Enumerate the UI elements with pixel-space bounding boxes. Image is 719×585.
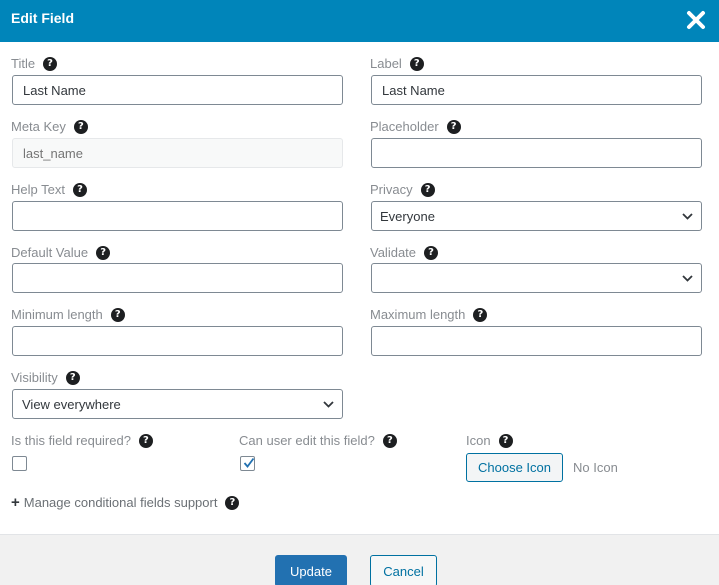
meta-key-label-text: Meta Key bbox=[11, 119, 66, 134]
manage-conditional-label: Manage conditional fields support bbox=[23, 495, 218, 510]
user-edit-label-text: Can user edit this field? bbox=[239, 433, 375, 448]
no-icon-text: No Icon bbox=[573, 460, 618, 475]
help-icon[interactable]: ? bbox=[498, 433, 513, 448]
modal-title: Edit Field bbox=[11, 10, 74, 26]
default-value-label: Default Value ? bbox=[11, 245, 111, 260]
modal-footer bbox=[0, 534, 719, 585]
modal-header: Edit Field bbox=[0, 0, 719, 42]
min-length-input[interactable] bbox=[12, 326, 343, 356]
help-icon[interactable]: ? bbox=[420, 182, 435, 197]
placeholder-label: Placeholder ? bbox=[370, 119, 461, 134]
user-edit-checkbox[interactable] bbox=[240, 456, 255, 471]
privacy-selected: Everyone bbox=[380, 208, 435, 224]
help-icon[interactable]: ? bbox=[409, 56, 424, 71]
visibility-select[interactable]: View everywhere bbox=[12, 389, 343, 419]
visibility-label: Visibility ? bbox=[11, 370, 80, 385]
title-label: Title ? bbox=[11, 56, 58, 71]
cancel-button[interactable]: Cancel bbox=[370, 555, 437, 585]
close-icon[interactable] bbox=[685, 9, 707, 31]
label-input[interactable] bbox=[371, 75, 702, 105]
required-label: Is this field required? ? bbox=[11, 433, 153, 448]
help-icon[interactable]: ? bbox=[65, 370, 80, 385]
help-icon[interactable]: ? bbox=[382, 433, 397, 448]
help-text-label-text: Help Text bbox=[11, 182, 65, 197]
help-icon[interactable]: ? bbox=[446, 119, 461, 134]
manage-conditional-link[interactable]: + Manage conditional fields support ? bbox=[11, 494, 240, 511]
max-length-label: Maximum length ? bbox=[370, 307, 488, 322]
plus-icon: + bbox=[11, 494, 20, 511]
checkmark-icon bbox=[243, 457, 255, 468]
chevron-down-icon bbox=[682, 213, 693, 220]
visibility-selected: View everywhere bbox=[22, 396, 121, 412]
help-icon[interactable]: ? bbox=[110, 307, 125, 322]
help-icon[interactable]: ? bbox=[138, 433, 153, 448]
chevron-down-icon bbox=[682, 275, 693, 282]
help-text-label: Help Text ? bbox=[11, 182, 87, 197]
validate-label: Validate ? bbox=[370, 245, 439, 260]
label-label: Label ? bbox=[370, 56, 424, 71]
help-icon[interactable]: ? bbox=[96, 245, 111, 260]
min-length-label-text: Minimum length bbox=[11, 307, 103, 322]
required-label-text: Is this field required? bbox=[11, 433, 131, 448]
meta-key-input bbox=[12, 138, 343, 168]
label-label-text: Label bbox=[370, 56, 402, 71]
validate-label-text: Validate bbox=[370, 245, 417, 260]
required-checkbox[interactable] bbox=[12, 456, 27, 471]
placeholder-label-text: Placeholder bbox=[370, 119, 439, 134]
privacy-label-text: Privacy bbox=[370, 182, 413, 197]
user-edit-label: Can user edit this field? ? bbox=[239, 433, 397, 448]
visibility-label-text: Visibility bbox=[11, 370, 58, 385]
update-button[interactable]: Update bbox=[275, 555, 347, 585]
max-length-label-text: Maximum length bbox=[370, 307, 466, 322]
choose-icon-button[interactable]: Choose Icon bbox=[466, 453, 563, 482]
help-icon[interactable]: ? bbox=[424, 245, 439, 260]
help-icon[interactable]: ? bbox=[72, 182, 87, 197]
help-icon[interactable]: ? bbox=[73, 119, 88, 134]
icon-label-text: Icon bbox=[466, 433, 491, 448]
title-label-text: Title bbox=[11, 56, 36, 71]
icon-label: Icon ? bbox=[466, 433, 513, 448]
help-icon[interactable]: ? bbox=[43, 56, 58, 71]
chevron-down-icon bbox=[323, 401, 334, 408]
validate-select[interactable] bbox=[371, 263, 702, 293]
privacy-label: Privacy ? bbox=[370, 182, 435, 197]
meta-key-label: Meta Key ? bbox=[11, 119, 88, 134]
default-value-label-text: Default Value bbox=[11, 245, 89, 260]
title-input[interactable] bbox=[12, 75, 343, 105]
placeholder-input[interactable] bbox=[371, 138, 702, 168]
help-icon[interactable]: ? bbox=[225, 495, 240, 510]
help-icon[interactable]: ? bbox=[473, 307, 488, 322]
default-value-input[interactable] bbox=[12, 263, 343, 293]
min-length-label: Minimum length ? bbox=[11, 307, 125, 322]
max-length-input[interactable] bbox=[371, 326, 702, 356]
privacy-select[interactable]: Everyone bbox=[371, 201, 702, 231]
help-text-input[interactable] bbox=[12, 201, 343, 231]
